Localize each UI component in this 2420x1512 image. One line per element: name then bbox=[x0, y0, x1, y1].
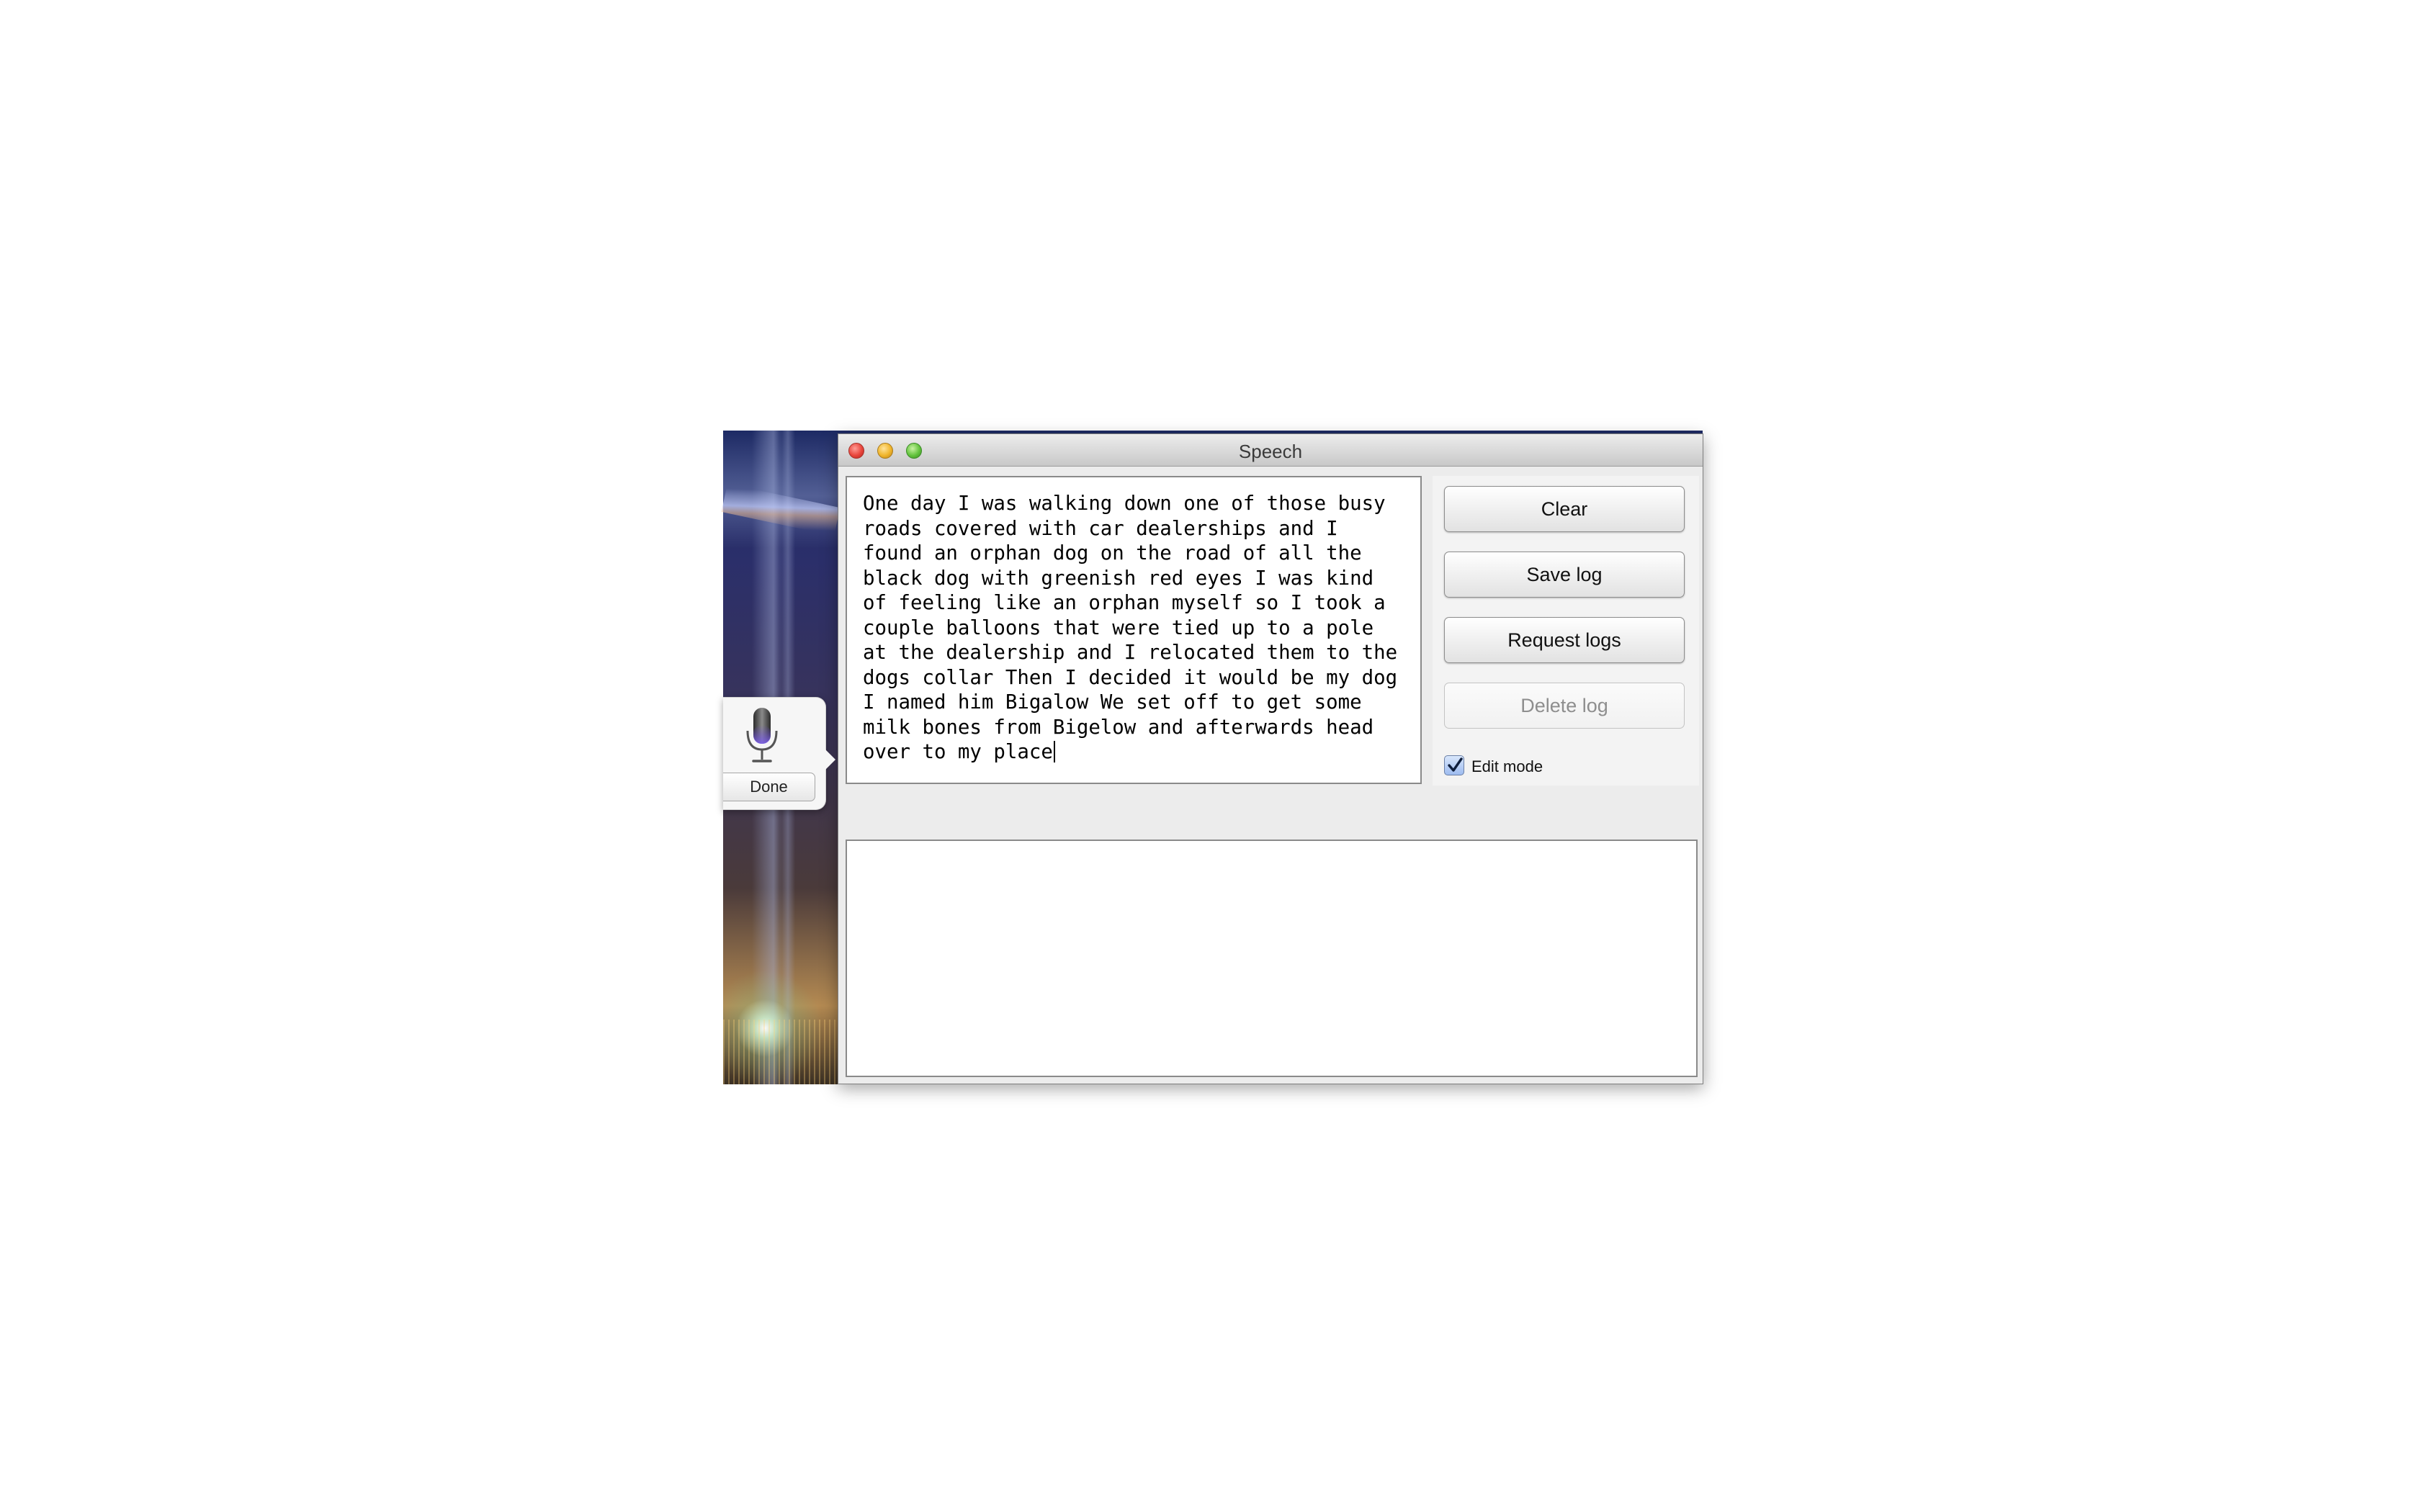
delete-log-button[interactable]: Delete log bbox=[1444, 683, 1685, 729]
title-bar[interactable]: Speech bbox=[838, 434, 1703, 467]
edit-mode-checkbox[interactable] bbox=[1444, 755, 1464, 775]
log-output-area[interactable] bbox=[846, 840, 1698, 1077]
edit-mode-label: Edit mode bbox=[1471, 757, 1543, 775]
save-log-button[interactable]: Save log bbox=[1444, 552, 1685, 598]
microphone-icon bbox=[746, 708, 778, 762]
light-streak bbox=[721, 483, 841, 536]
text-caret bbox=[1053, 741, 1055, 762]
dictation-popover: Done bbox=[723, 697, 835, 810]
popover-pointer bbox=[825, 750, 835, 770]
clear-button[interactable]: Clear bbox=[1444, 486, 1685, 532]
window-title: Speech bbox=[1238, 441, 1303, 462]
done-button[interactable]: Done bbox=[723, 773, 815, 801]
city-lights bbox=[723, 1020, 838, 1084]
checkmark-icon bbox=[1448, 757, 1463, 772]
request-logs-button[interactable]: Request logs bbox=[1444, 617, 1685, 663]
controls-panel: Clear Save log Request logs Delete log E… bbox=[1433, 476, 1699, 786]
speech-window: Speech One day I was walking down one of… bbox=[838, 433, 1703, 1084]
transcript-text-area[interactable]: One day I was walking down one of those … bbox=[846, 476, 1422, 784]
transcript-text: One day I was walking down one of those … bbox=[863, 492, 1410, 763]
